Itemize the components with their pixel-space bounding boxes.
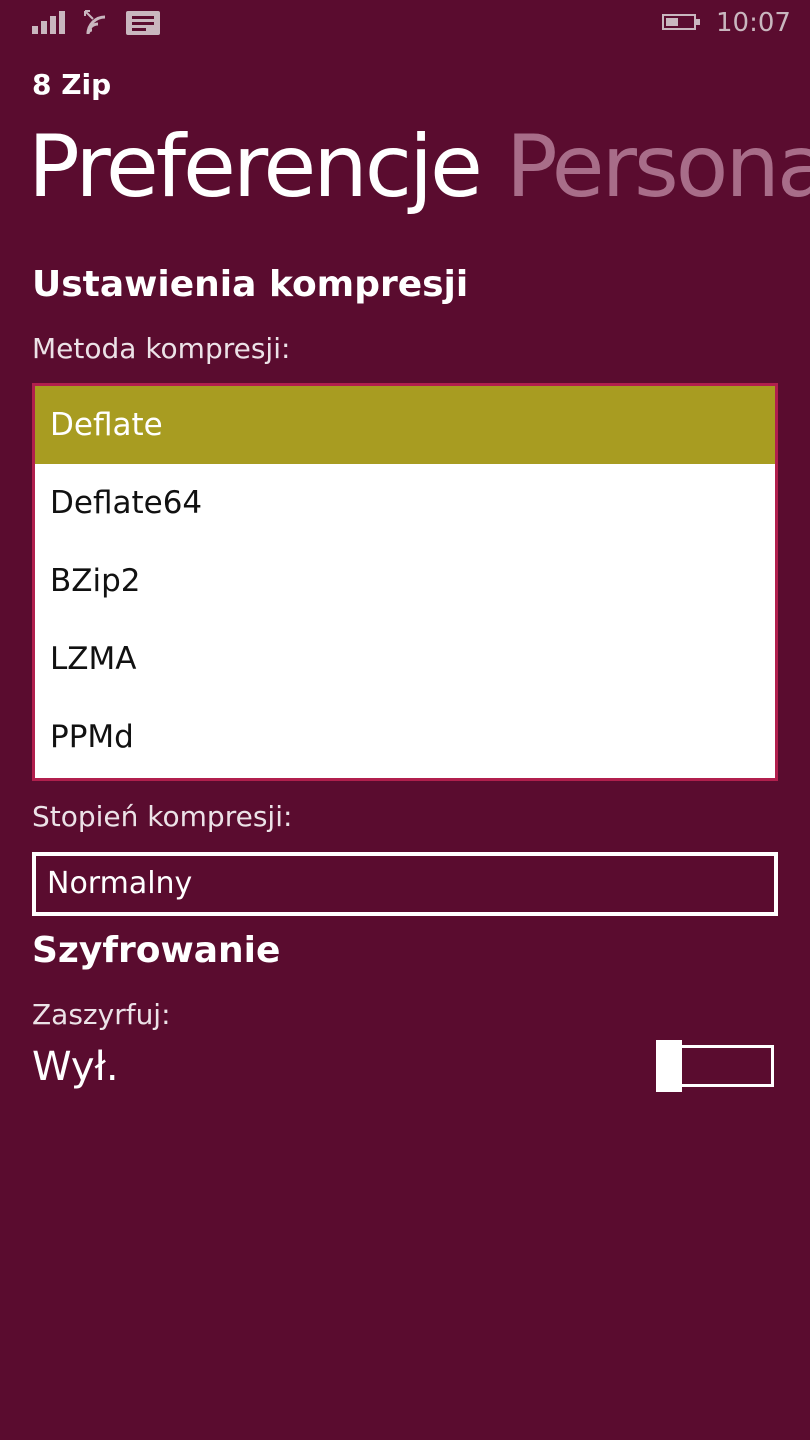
- encrypt-toggle-switch[interactable]: [656, 1040, 774, 1092]
- toggle-thumb[interactable]: [656, 1040, 682, 1092]
- compression-method-list[interactable]: Deflate Deflate64 BZip2 LZMA PPMd: [32, 383, 778, 781]
- encryption-heading: Szyfrowanie: [32, 930, 281, 971]
- toggle-track: [666, 1045, 774, 1087]
- pivot-headers: PreferencjePersonalizacja: [28, 112, 810, 222]
- compression-level-label: Stopień kompresji:: [32, 800, 293, 833]
- encrypt-label: Zaszyrfuj:: [32, 998, 171, 1031]
- settings-screen: 10:07 8 Zip PreferencjePersonalizacja Us…: [0, 0, 810, 1440]
- method-option-deflate64[interactable]: Deflate64: [35, 464, 775, 542]
- status-bar: 10:07: [0, 0, 810, 50]
- wifi-icon: [84, 10, 106, 35]
- method-option-deflate[interactable]: Deflate: [35, 386, 775, 464]
- method-option-ppmd[interactable]: PPMd: [35, 698, 775, 776]
- method-option-lzma[interactable]: LZMA: [35, 620, 775, 698]
- battery-icon: [662, 14, 700, 32]
- encrypt-toggle-value: Wył.: [32, 1044, 119, 1090]
- compression-settings-heading: Ustawienia kompresji: [32, 264, 469, 305]
- pivot-tab-personalization[interactable]: Personalizacja: [506, 112, 810, 222]
- compression-level-picker[interactable]: Normalny: [32, 852, 778, 916]
- pivot-tab-preferences[interactable]: Preferencje: [28, 112, 483, 222]
- message-icon: [126, 11, 160, 35]
- compression-method-label: Metoda kompresji:: [32, 332, 291, 365]
- signal-strength-icon: [32, 8, 72, 34]
- method-option-bzip2[interactable]: BZip2: [35, 542, 775, 620]
- status-time: 10:07: [716, 8, 791, 38]
- app-name: 8 Zip: [32, 68, 112, 101]
